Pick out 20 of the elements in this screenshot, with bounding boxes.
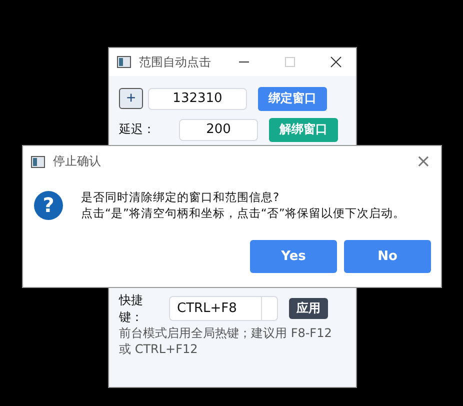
close-icon[interactable] xyxy=(330,56,342,68)
dialog-button[interactable]: Yes xyxy=(250,240,337,273)
dialog-button[interactable]: No xyxy=(344,240,431,273)
delay-label: 延迟： xyxy=(119,121,156,138)
add-button[interactable]: + xyxy=(119,88,143,109)
close-button[interactable]: × xyxy=(416,151,431,172)
delay-field[interactable]: 200 xyxy=(179,118,258,140)
hotkey-label: 快捷键： xyxy=(119,292,144,326)
dialog-icon xyxy=(31,156,45,168)
window-icon xyxy=(117,56,131,68)
hint-text: 前台模式启用全局热键；建议用 F8-F12 或 CTRL+F12 xyxy=(119,325,333,357)
window-title: 范围自动点击 xyxy=(139,54,211,70)
question-icon: ? xyxy=(34,190,63,220)
message-text: 是否同时清除绑定的窗口和范围信息? xyxy=(81,189,280,205)
message-text: 点击“是”将清空句柄和坐标，点击“否”将保留以便下次启动。 xyxy=(81,205,405,221)
bind-window-button[interactable]: 绑定窗口 xyxy=(258,86,327,110)
dialog-title: 停止确认 xyxy=(53,153,101,170)
handle-field[interactable]: 132310 xyxy=(148,88,247,110)
apply-button[interactable]: 应用 xyxy=(289,298,328,319)
hotkey-field[interactable]: CTRL+F8 xyxy=(169,296,278,321)
